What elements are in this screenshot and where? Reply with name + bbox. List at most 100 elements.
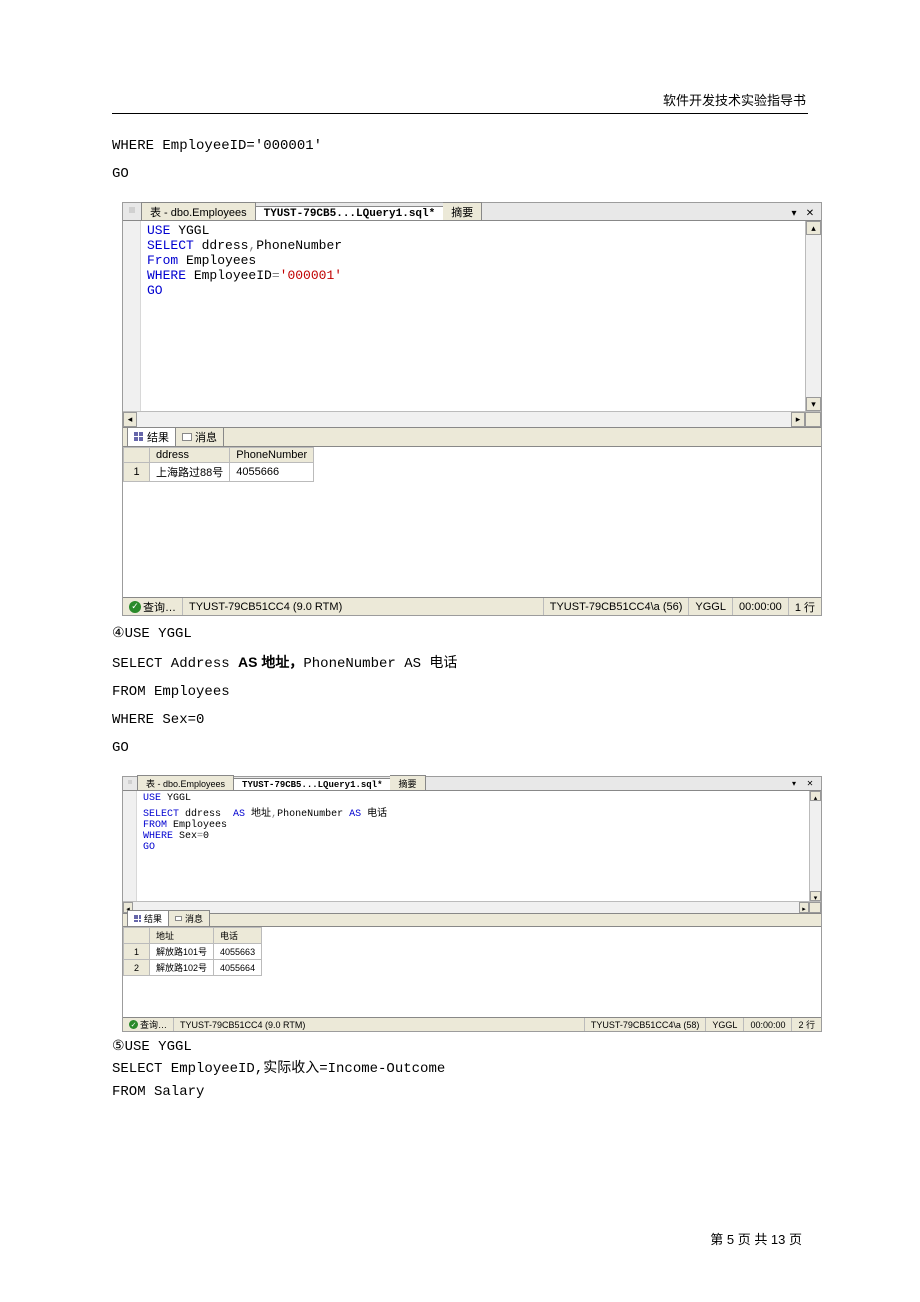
results-table-2: 地址电话1解放路101号40556632解放路102号4055664: [123, 927, 262, 976]
status-server: TYUST-79CB51CC4 (9.0 RTM): [183, 598, 544, 615]
mid-l5: GO: [112, 740, 129, 756]
status-database: YGGL: [689, 598, 733, 615]
status-time-2: 00:00:00: [744, 1018, 792, 1031]
sql-screenshot-2: 表 - dbo.Employees TYUST-79CB5...LQuery1.…: [122, 776, 822, 1032]
mid-l4: WHERE Sex=0: [112, 712, 204, 728]
status-query-label: 查询…: [143, 599, 176, 615]
tab-summary[interactable]: 摘要: [443, 202, 482, 220]
tab-messages-label-2: 消息: [185, 912, 203, 925]
close-icon-2[interactable]: ✕: [803, 778, 817, 790]
scroll-corner: [805, 412, 821, 427]
col-header[interactable]: ddress: [150, 448, 230, 463]
results-tabstrip-2: 结果 消息: [123, 913, 821, 927]
sql-mid-text: ④USE YGGL SELECT Address AS 地址，PhoneNumb…: [112, 618, 808, 762]
scroll-track-h[interactable]: [137, 412, 791, 427]
tab-results-label: 结果: [147, 429, 169, 445]
tabstrip-gutter-2: [128, 780, 132, 784]
status-connection: TYUST-79CB51CC4\a (56): [544, 598, 690, 615]
sql-code-editor-2[interactable]: USE YGGL SELECT ddress AS 地址,PhoneNumber…: [137, 791, 809, 901]
page-header: 软件开发技术实验指导书: [112, 90, 808, 114]
scroll-up-icon[interactable]: ▴: [806, 221, 821, 235]
mid-l2-as: AS 地址，: [238, 654, 303, 670]
row-number: 2: [124, 960, 150, 976]
tail-l2: SELECT EmployeeID,实际收入=Income-Outcome: [112, 1061, 445, 1077]
vertical-scrollbar[interactable]: ▴ ▾: [805, 221, 821, 411]
message-icon: [182, 433, 192, 441]
sql-tail-text: ⑤USE YGGL SELECT EmployeeID,实际收入=Income-…: [112, 1034, 808, 1103]
status-server-2: TYUST-79CB51CC4 (9.0 RTM): [174, 1018, 585, 1031]
code-gutter: [123, 221, 141, 411]
table-row[interactable]: 1解放路101号4055663: [124, 944, 262, 960]
status-query: ✓查询…: [123, 598, 183, 615]
tail-l3: FROM Salary: [112, 1084, 204, 1100]
table-cell: 4055663: [214, 944, 262, 960]
table-cell: 上海路过88号: [150, 463, 230, 482]
scroll-track[interactable]: [806, 235, 821, 397]
horizontal-scrollbar[interactable]: ◂ ▸: [123, 411, 821, 427]
tab-query[interactable]: TYUST-79CB5...LQuery1.sql*: [255, 206, 445, 220]
row-header-blank: [124, 448, 150, 463]
status-database-2: YGGL: [706, 1018, 744, 1031]
tab-messages[interactable]: 消息: [175, 427, 224, 446]
status-query-2: ✓查询…: [123, 1018, 174, 1031]
tab-results-label-2: 结果: [144, 912, 162, 925]
scroll-corner-2: [809, 902, 821, 913]
close-icon[interactable]: ✕: [803, 208, 817, 220]
scroll-down-icon-2[interactable]: ▾: [810, 891, 821, 901]
status-query-label-2: 查询…: [140, 1018, 167, 1031]
editor-tabstrip: 表 - dbo.Employees TYUST-79CB5...LQuery1.…: [123, 203, 821, 221]
sql-code-editor[interactable]: USE YGGL SELECT ddress,PhoneNumber From …: [141, 221, 805, 411]
table-cell: 4055666: [230, 463, 314, 482]
results-tabstrip: 结果 消息: [123, 427, 821, 447]
results-table: ddressPhoneNumber1上海路过88号4055666: [123, 447, 314, 482]
page-footer: 第 5 页 共 13 页: [710, 1229, 802, 1248]
table-row[interactable]: 2解放路102号4055664: [124, 960, 262, 976]
horizontal-scrollbar-2[interactable]: ◂ ▸: [123, 901, 821, 913]
scroll-right-icon-2[interactable]: ▸: [799, 902, 809, 913]
check-icon: ✓: [129, 601, 141, 613]
window-menu-icon[interactable]: ▾: [787, 208, 801, 220]
editor-tabstrip-2: 表 - dbo.Employees TYUST-79CB5...LQuery1.…: [123, 777, 821, 791]
row-number: 1: [124, 944, 150, 960]
scroll-left-icon[interactable]: ◂: [123, 412, 137, 427]
table-row[interactable]: 1上海路过88号4055666: [124, 463, 314, 482]
tail-l1: USE YGGL: [125, 1039, 192, 1055]
vertical-scrollbar-2[interactable]: ▴ ▾: [809, 791, 821, 901]
tab-table-2[interactable]: 表 - dbo.Employees: [137, 775, 234, 790]
table-cell: 解放路101号: [150, 944, 214, 960]
tab-results-2[interactable]: 结果: [127, 910, 169, 926]
mid-l3: FROM Employees: [112, 684, 230, 700]
table-cell: 4055664: [214, 960, 262, 976]
col-header[interactable]: 地址: [150, 928, 214, 944]
col-header[interactable]: 电话: [214, 928, 262, 944]
sql-screenshot-1: 表 - dbo.Employees TYUST-79CB5...LQuery1.…: [122, 202, 822, 616]
scroll-right-icon[interactable]: ▸: [791, 412, 805, 427]
status-bar: ✓查询… TYUST-79CB51CC4 (9.0 RTM) TYUST-79C…: [123, 597, 821, 615]
header-title: 软件开发技术实验指导书: [663, 93, 806, 108]
scroll-up-icon-2[interactable]: ▴: [810, 791, 821, 801]
tab-results[interactable]: 结果: [127, 427, 176, 446]
pre-line2: GO: [112, 166, 129, 182]
scroll-down-icon[interactable]: ▾: [806, 397, 821, 411]
grid-icon-2: [134, 915, 141, 922]
tab-query-2[interactable]: TYUST-79CB5...LQuery1.sql*: [233, 778, 391, 790]
tab-messages-label: 消息: [195, 429, 217, 445]
row-number: 1: [124, 463, 150, 482]
marker-5: ⑤: [112, 1037, 125, 1053]
sql-pre-text: WHERE EmployeeID='000001' GO: [112, 132, 808, 188]
scroll-track-2[interactable]: [810, 801, 821, 891]
tab-summary-2[interactable]: 摘要: [390, 775, 425, 790]
tab-messages-2[interactable]: 消息: [168, 910, 210, 926]
scroll-track-h-2[interactable]: [133, 902, 799, 913]
window-menu-icon-2[interactable]: ▾: [787, 778, 801, 790]
mid-l2a: SELECT Address: [112, 656, 238, 672]
message-icon-2: [175, 916, 182, 921]
mid-l1: USE YGGL: [125, 626, 192, 642]
tabstrip-gutter: [129, 207, 135, 213]
col-header[interactable]: PhoneNumber: [230, 448, 314, 463]
row-header-blank: [124, 928, 150, 944]
tab-table[interactable]: 表 - dbo.Employees: [141, 202, 256, 220]
marker-4: ④: [112, 624, 125, 640]
status-rows: 1 行: [789, 598, 821, 615]
status-time: 00:00:00: [733, 598, 789, 615]
